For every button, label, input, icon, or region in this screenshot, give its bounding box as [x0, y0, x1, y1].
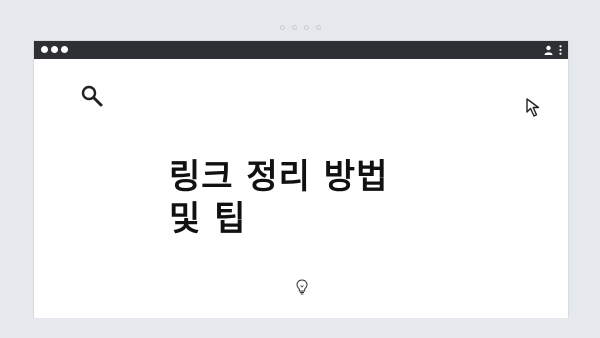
pagination-dot[interactable] [315, 25, 321, 30]
search-icon [81, 85, 103, 107]
headline: 링크 정리 방법 및 팁 [34, 156, 570, 240]
pagination-dot[interactable] [279, 25, 285, 30]
cursor-arrow-icon [526, 98, 540, 117]
headline-line-2: 및 팁 [169, 199, 247, 239]
window-controls [41, 46, 68, 53]
content-area: 링크 정리 방법 및 팁 [34, 59, 568, 318]
browser-title-bar [34, 41, 568, 59]
lightbulb-icon [296, 279, 308, 295]
window-close-button[interactable] [41, 46, 48, 53]
user-icon[interactable] [544, 45, 553, 55]
kebab-menu-icon[interactable] [559, 45, 562, 55]
window-maximize-button[interactable] [61, 46, 68, 53]
window-minimize-button[interactable] [51, 46, 58, 53]
pagination-dot[interactable] [291, 25, 297, 30]
pagination-dot[interactable] [303, 25, 309, 30]
pagination-dots [0, 25, 600, 30]
headline-line-1: 링크 정리 방법 [169, 157, 389, 197]
browser-window: 링크 정리 방법 및 팁 [33, 40, 569, 318]
